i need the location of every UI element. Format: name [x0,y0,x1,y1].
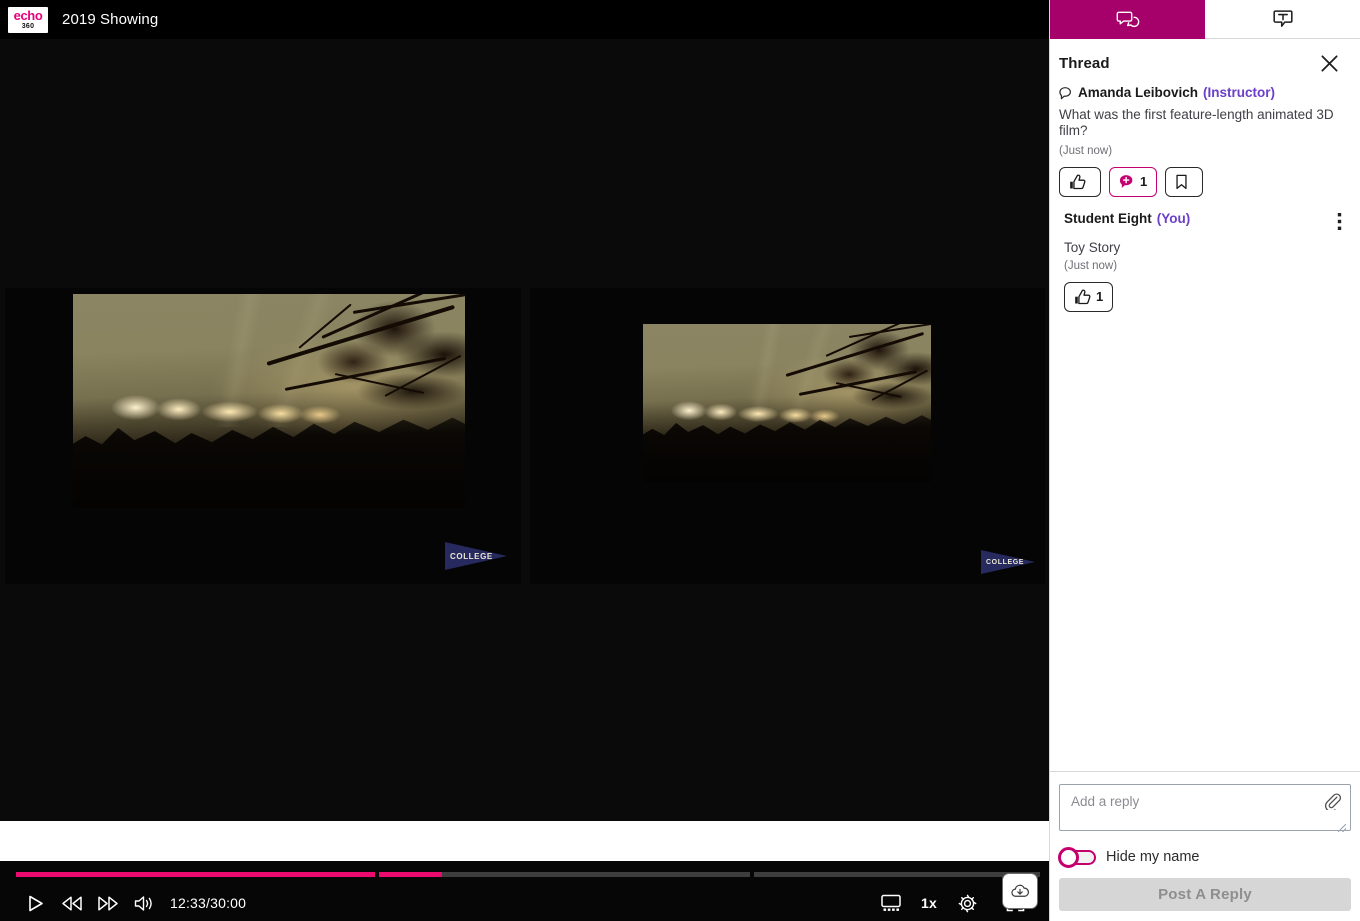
progress-segment[interactable] [754,872,1040,877]
progress-segment[interactable] [379,872,751,877]
post-timestamp: (Just now) [1059,144,1113,157]
question-bubble-icon [1059,86,1071,99]
top-bar: echo 360 2019 Showing [0,0,1049,39]
reply-input[interactable] [1059,784,1351,831]
pennant-label: COLLEGE [986,558,1025,566]
progress-segment[interactable] [16,872,376,877]
course-title: 2019 Showing [62,11,159,28]
time-display: 12:33/30:00 [170,895,247,911]
like-button[interactable] [1059,166,1101,197]
forward-button[interactable] [90,889,126,917]
play-button[interactable] [18,889,54,917]
college-pennant-watermark: COLLEGE [445,542,507,570]
tree-canopy-silhouette [253,294,465,466]
hide-my-name-toggle[interactable] [1058,846,1096,868]
video-stage: COLLEGE COLLEGE [0,39,1049,821]
tree-canopy-silhouette [775,324,931,451]
reply-like-button[interactable]: 1 [1064,281,1114,312]
bookmark-icon [1176,174,1187,189]
logo-echo-text: echo [13,8,43,23]
video-frame-secondary [643,324,931,482]
panel-tabs [1050,0,1360,39]
progress-bar[interactable] [16,872,1040,877]
thread-reply: Student Eight (You) Toy Story (Just now) [1050,197,1360,312]
reply-author-role: (You) [1156,210,1191,226]
logo-360-text: 360 [21,23,35,30]
playback-speed-button[interactable]: 1x [921,895,937,911]
replies-count: 1 [1140,174,1148,190]
bookmark-button[interactable] [1165,166,1204,197]
transcript-bubble-icon [1272,10,1293,27]
rewind-button[interactable] [54,889,90,917]
echo360-player-page: echo 360 2019 Showing COLLEGE COLLEGE 12… [0,0,1360,921]
volume-button[interactable] [126,889,162,917]
post-text: What was the first feature-length animat… [1059,107,1334,139]
reply-author-name: Student Eight [1064,210,1152,226]
reply-author-row: Student Eight (You) [1064,211,1190,226]
reply-more-options-icon[interactable] [1328,211,1350,233]
college-pennant-watermark: COLLEGE [981,550,1035,574]
layout-button[interactable] [873,889,909,917]
tab-discussions[interactable] [1050,0,1205,39]
toggle-knob [1058,846,1079,868]
reply-action-buttons: 1 [1064,281,1350,312]
post-author-row: Amanda Leibovich (Instructor) [1059,85,1350,100]
settings-gear-icon[interactable] [949,889,985,917]
post-reply-button[interactable]: Post A Reply [1059,878,1351,911]
close-icon[interactable] [1318,52,1340,74]
reply-timestamp: (Just now) [1064,259,1118,272]
reply-input-wrapper [1059,784,1351,836]
video-panes: COLLEGE COLLEGE [5,288,1045,584]
cloud-download-icon [1011,884,1029,897]
thread-original-post: Amanda Leibovich (Instructor) What was t… [1050,85,1360,197]
video-pane-primary[interactable]: COLLEGE [5,288,521,584]
discussion-bubbles-icon [1116,11,1139,27]
thread-body: Amanda Leibovich (Instructor) What was t… [1050,85,1360,771]
post-author-name: Amanda Leibovich [1078,85,1199,100]
reply-composer: Hide my name Post A Reply [1050,771,1360,921]
video-pane-secondary[interactable]: COLLEGE [530,288,1045,584]
reply-like-count: 1 [1096,289,1104,305]
thumbs-up-icon [1070,174,1086,189]
pennant-label: COLLEGE [450,551,493,561]
playback-controls: 12:33/30:00 [18,889,246,917]
thread-header: Thread [1050,39,1360,85]
echo360-logo[interactable]: echo 360 [8,6,48,33]
hide-my-name-label: Hide my name [1106,849,1200,865]
post-author-role: (Instructor) [1203,85,1276,100]
download-button[interactable] [1002,873,1038,909]
tab-transcript[interactable] [1205,0,1360,39]
thumbs-up-filled-icon [1075,289,1091,304]
post-action-buttons: 1 [1059,166,1350,197]
video-player-region: echo 360 2019 Showing COLLEGE COLLEGE 12… [0,0,1049,921]
discussion-panel: Thread Amanda Leibovich (Instructor) Wha… [1049,0,1360,921]
video-frame-primary [73,294,465,508]
reply-header: Student Eight (You) [1064,211,1350,233]
reply-text: Toy Story [1064,239,1121,255]
player-control-bar: 12:33/30:00 1x [0,861,1049,921]
attach-icon[interactable] [1324,793,1342,815]
thread-title: Thread [1059,54,1110,72]
hide-my-name-row: Hide my name [1058,846,1350,868]
replies-count-button[interactable]: 1 [1109,166,1158,197]
add-reply-bubble-icon [1119,175,1133,189]
